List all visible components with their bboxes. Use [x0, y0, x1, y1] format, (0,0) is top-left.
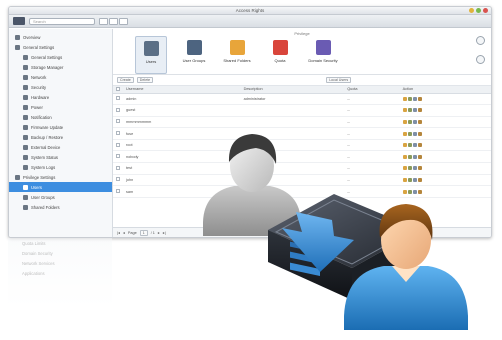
stage: Access Rights Search Overview General Set…	[0, 0, 502, 340]
user-transfer-illustration	[203, 134, 468, 330]
